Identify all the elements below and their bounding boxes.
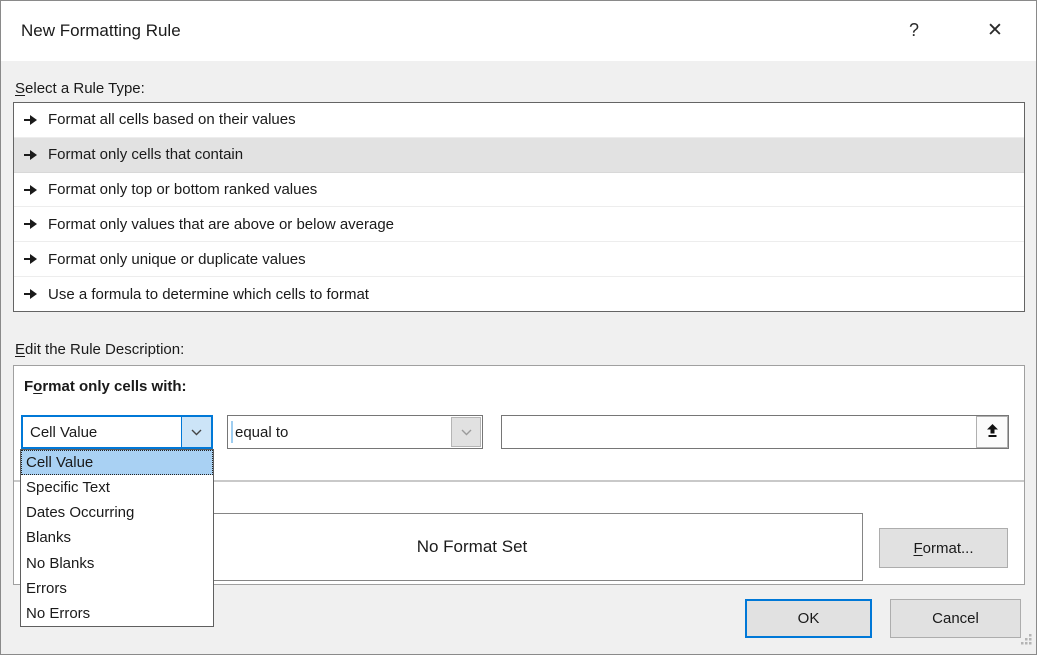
dropdown-item-selected[interactable]: Cell Value bbox=[21, 450, 213, 475]
preview-text: No Format Set bbox=[417, 537, 528, 557]
dropdown-item[interactable]: Blanks bbox=[21, 525, 213, 550]
rule-type-item-label: Use a formula to determine which cells t… bbox=[48, 286, 369, 303]
format-button[interactable]: Format... bbox=[879, 528, 1008, 568]
rule-type-item-label: Format only values that are above or bel… bbox=[48, 216, 394, 233]
new-formatting-rule-dialog: New Formatting Rule ? ✕ Select a Rule Ty… bbox=[0, 0, 1037, 655]
rule-type-item-label: Format only cells that contain bbox=[48, 146, 243, 163]
close-button[interactable]: ✕ bbox=[973, 11, 1017, 49]
rule-type-listbox: Format all cells based on their values F… bbox=[13, 102, 1025, 312]
help-icon: ? bbox=[909, 20, 919, 41]
rule-type-item[interactable]: Use a formula to determine which cells t… bbox=[14, 277, 1024, 311]
cancel-button[interactable]: Cancel bbox=[890, 599, 1021, 638]
rule-type-item-label: Format only top or bottom ranked values bbox=[48, 181, 317, 198]
rule-type-item-label: Format all cells based on their values bbox=[48, 111, 296, 128]
ok-button[interactable]: OK bbox=[745, 599, 872, 638]
select-rule-type-label: Select a Rule Type: bbox=[15, 80, 145, 97]
operator-combobox[interactable]: equal to bbox=[227, 415, 483, 449]
resize-grip[interactable] bbox=[1020, 633, 1033, 651]
text-cursor bbox=[231, 421, 233, 443]
format-only-cells-with-label: Format only cells with: bbox=[24, 378, 187, 395]
dropdown-item[interactable]: No Blanks bbox=[21, 551, 213, 576]
chevron-down-icon[interactable] bbox=[181, 417, 211, 447]
dropdown-item[interactable]: Specific Text bbox=[21, 475, 213, 500]
condition-type-dropdown-list: Cell Value Specific Text Dates Occurring… bbox=[20, 449, 214, 627]
rule-type-item[interactable]: Format only values that are above or bel… bbox=[14, 207, 1024, 242]
rule-type-item-label: Format only unique or duplicate values bbox=[48, 251, 306, 268]
rule-arrow-icon bbox=[24, 185, 39, 195]
rule-arrow-icon bbox=[24, 289, 39, 299]
rule-arrow-icon bbox=[24, 254, 39, 264]
rule-type-item[interactable]: Format only top or bottom ranked values bbox=[14, 173, 1024, 208]
condition-type-value: Cell Value bbox=[23, 424, 97, 441]
condition-type-combobox[interactable]: Cell Value bbox=[21, 415, 213, 449]
rule-arrow-icon bbox=[24, 219, 39, 229]
dialog-title: New Formatting Rule bbox=[21, 21, 181, 41]
dropdown-item[interactable]: Errors bbox=[21, 576, 213, 601]
dropdown-item[interactable]: Dates Occurring bbox=[21, 500, 213, 525]
rule-type-item[interactable]: Format all cells based on their values bbox=[14, 103, 1024, 138]
operator-value: equal to bbox=[228, 424, 288, 441]
value-input[interactable] bbox=[501, 415, 1009, 449]
rule-type-item[interactable]: Format only unique or duplicate values bbox=[14, 242, 1024, 277]
close-icon: ✕ bbox=[987, 19, 1003, 42]
rule-arrow-icon bbox=[24, 150, 39, 160]
help-button[interactable]: ? bbox=[892, 11, 936, 49]
rule-arrow-icon bbox=[24, 115, 39, 125]
title-bar: New Formatting Rule ? ✕ bbox=[1, 1, 1036, 61]
range-select-icon bbox=[985, 423, 1000, 441]
collapse-dialog-button[interactable] bbox=[976, 416, 1008, 448]
edit-rule-description-label: Edit the Rule Description: bbox=[15, 341, 184, 358]
rule-type-item-selected[interactable]: Format only cells that contain bbox=[14, 138, 1024, 173]
chevron-down-icon[interactable] bbox=[451, 417, 481, 447]
dropdown-item[interactable]: No Errors bbox=[21, 601, 213, 626]
